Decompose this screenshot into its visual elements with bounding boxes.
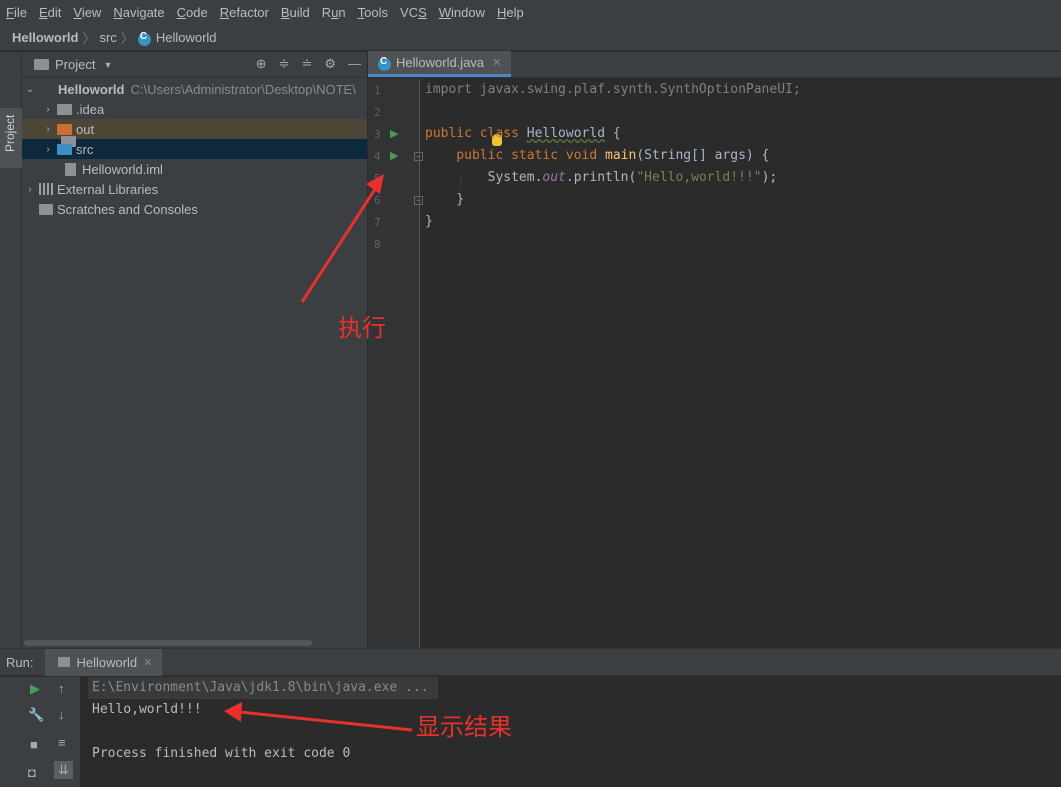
tree-item-external-libraries[interactable]: › External Libraries	[22, 179, 367, 199]
run-label: Run:	[6, 654, 34, 670]
scratches-icon	[39, 203, 53, 215]
run-panel: Run: Helloworld ✕ ▶ ↑ 🔧 ↓ ■ ≡ ◘ ⇊ E:\Env…	[0, 648, 1061, 787]
breadcrumb-project[interactable]: Helloworld	[12, 30, 78, 45]
run-main-icon[interactable]: ▶	[390, 149, 398, 162]
console-output[interactable]: E:\Environment\Java\jdk1.8\bin\java.exe …	[80, 677, 1061, 787]
project-toolbar: ⊕ ≑ ≐ ⚙ —	[256, 56, 361, 72]
menu-code[interactable]: Code	[171, 5, 214, 20]
stop-icon[interactable]: ■	[30, 737, 38, 752]
collapse-all-icon[interactable]: ≐	[301, 56, 312, 72]
menu-file[interactable]: File	[0, 5, 33, 20]
chevron-down-icon[interactable]: ⌄	[24, 84, 36, 95]
rerun-icon[interactable]: ▶	[30, 681, 40, 697]
menu-navigate[interactable]: Navigate	[107, 5, 170, 20]
locate-icon[interactable]: ⊕	[256, 56, 267, 72]
code-line: System.out.println("Hello,world!!!");	[425, 170, 778, 185]
line-number: 6	[374, 194, 381, 207]
tree-item-iml[interactable]: Helloworld.iml	[22, 159, 367, 179]
menu-vcs[interactable]: VCS	[394, 5, 433, 20]
line-number: 5	[374, 172, 381, 185]
project-panel-header: Project ▼ ⊕ ≑ ≐ ⚙ —	[22, 52, 367, 78]
up-arrow-icon[interactable]: ↑	[58, 681, 65, 696]
chevron-right-icon[interactable]: ›	[42, 124, 54, 135]
breadcrumb-file[interactable]: Helloworld	[156, 30, 217, 45]
annotation-execute: 执行	[338, 314, 386, 342]
chevron-right-icon: 〉	[82, 31, 96, 46]
code-line: }	[425, 192, 465, 207]
run-panel-header: Run: Helloworld ✕	[0, 648, 1061, 676]
down-arrow-icon[interactable]: ↓	[58, 707, 65, 722]
breadcrumb-folder[interactable]: src	[99, 30, 116, 45]
code-line: public class Helloworld {	[425, 126, 621, 141]
expand-all-icon[interactable]: ≑	[279, 56, 290, 72]
breadcrumb: Helloworld 〉 src 〉 Helloworld	[0, 25, 1061, 51]
gear-icon[interactable]: ⚙	[324, 56, 336, 72]
chevron-right-icon: 〉	[120, 31, 134, 46]
line-number: 7	[374, 216, 381, 229]
chevron-right-icon[interactable]: ›	[24, 184, 36, 195]
code-line: public static void main(String[] args) {	[425, 148, 770, 163]
project-panel: Project ▼ ⊕ ≑ ≐ ⚙ — ⌄ Helloworld C:\User…	[22, 52, 367, 648]
console-line: Hello,world!!!	[92, 702, 202, 717]
project-tree: ⌄ Helloworld C:\Users\Administrator\Desk…	[22, 78, 367, 219]
line-number: 8	[374, 238, 381, 251]
soft-wrap-icon[interactable]: ≡	[58, 735, 66, 750]
module-file-icon	[65, 162, 76, 176]
project-tool-tab[interactable]: Project	[0, 108, 22, 168]
editor-tab-helloworld[interactable]: Helloworld.java ✕	[368, 51, 512, 77]
code-line: }	[425, 214, 433, 229]
library-icon	[39, 183, 53, 195]
dropdown-arrow-icon[interactable]: ▼	[103, 60, 112, 70]
menu-edit[interactable]: Edit	[33, 5, 67, 20]
project-view-selector[interactable]: Project	[55, 57, 95, 72]
close-icon[interactable]: ✕	[492, 56, 501, 69]
minimize-icon[interactable]: —	[348, 56, 361, 72]
tree-item-idea[interactable]: › .idea	[22, 99, 367, 119]
editor-gutter: 1 2 3 4 5 6 7 8 ▶ ▶ − −	[368, 79, 423, 648]
scroll-to-end-icon[interactable]: ⇊	[54, 761, 73, 779]
line-number: 1	[374, 84, 381, 97]
console-icon	[58, 657, 71, 667]
ide-window: File Edit View Navigate Code Refactor Bu…	[0, 0, 1061, 787]
folder-icon	[34, 59, 49, 70]
menu-build[interactable]: Build	[275, 5, 316, 20]
fold-marker-icon[interactable]: −	[414, 152, 423, 161]
line-number: 3	[374, 128, 381, 141]
run-tab-helloworld[interactable]: Helloworld ✕	[45, 648, 163, 676]
console-line: E:\Environment\Java\jdk1.8\bin\java.exe …	[92, 680, 429, 695]
menu-view[interactable]: View	[67, 5, 107, 20]
chevron-right-icon[interactable]: ›	[42, 104, 54, 115]
annotation-show-result: 显示结果	[416, 713, 512, 741]
folder-icon	[57, 103, 72, 115]
close-icon[interactable]: ✕	[143, 656, 152, 669]
editor-panel: Helloworld.java ✕ 1 2 3 4 5 6 7 8 ▶ ▶ − …	[368, 51, 1061, 648]
tool-window-strip: Project	[0, 52, 22, 648]
run-toolbar: ▶ ↑ 🔧 ↓ ■ ≡ ◘ ⇊	[0, 677, 80, 787]
fold-marker-icon[interactable]: −	[414, 196, 423, 205]
line-number: 4	[374, 150, 381, 163]
tree-item-root[interactable]: ⌄ Helloworld C:\Users\Administrator\Desk…	[22, 79, 367, 147]
chevron-right-icon[interactable]: ›	[42, 144, 54, 155]
menu-refactor[interactable]: Refactor	[214, 5, 275, 20]
menu-bar: File Edit View Navigate Code Refactor Bu…	[0, 0, 1061, 25]
run-class-icon[interactable]: ▶	[390, 127, 398, 140]
console-line: Process finished with exit code 0	[92, 746, 351, 761]
code-line: import javax.swing.plaf.synth.SynthOptio…	[425, 82, 801, 97]
camera-icon[interactable]: ◘	[28, 765, 36, 780]
java-class-icon	[137, 31, 151, 46]
wrench-icon[interactable]: 🔧	[28, 707, 44, 723]
output-folder-icon	[57, 123, 72, 135]
tree-item-scratches[interactable]: Scratches and Consoles	[22, 199, 367, 219]
java-class-icon	[378, 56, 391, 71]
line-number: 2	[374, 106, 381, 119]
source-folder-icon	[57, 143, 72, 155]
menu-window[interactable]: Window	[433, 5, 491, 20]
menu-tools[interactable]: Tools	[352, 5, 394, 20]
horizontal-scrollbar[interactable]	[24, 640, 312, 646]
editor-tabs: Helloworld.java ✕	[368, 51, 1061, 78]
menu-help[interactable]: Help	[491, 5, 530, 20]
menu-run[interactable]: Run	[316, 5, 352, 20]
